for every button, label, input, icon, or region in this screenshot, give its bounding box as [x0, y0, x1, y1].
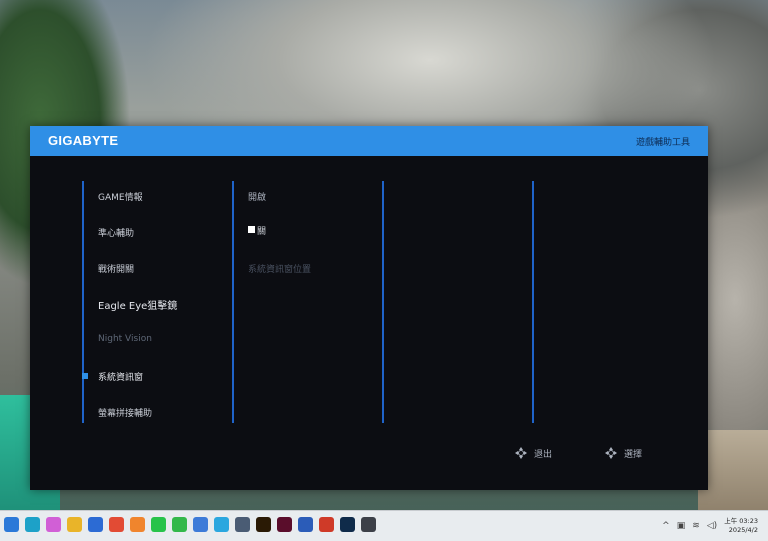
option-off[interactable]: 關 [257, 224, 266, 237]
system-tray: ^ ▣ ≋ ◁) 上午 03:23 2025/4/2 [662, 517, 758, 535]
select-hint: 選擇 [604, 446, 642, 460]
snip-icon[interactable] [193, 517, 208, 532]
edge-icon[interactable] [25, 517, 40, 532]
copilot-icon[interactable] [46, 517, 61, 532]
checkbox-icon[interactable] [248, 226, 255, 233]
menu-item-night-vision[interactable]: Night Vision [98, 334, 152, 344]
osd-header: GIGABYTE 遊戲輔助工具 [30, 126, 708, 156]
osd-mode-title: 遊戲輔助工具 [635, 138, 690, 148]
osd-window: GIGABYTE 遊戲輔助工具 GAME情報 準心輔助 戰術開關 Eagle E… [30, 126, 708, 490]
word-icon[interactable] [298, 517, 313, 532]
exit-label: 退出 [534, 449, 553, 460]
menu-item-crosshair[interactable]: 準心輔助 [98, 226, 134, 239]
firefox-icon[interactable] [130, 517, 145, 532]
printer-icon[interactable] [361, 517, 376, 532]
select-label: 選擇 [624, 449, 643, 460]
clock-date: 2025/4/2 [728, 526, 758, 534]
clock[interactable]: 上午 03:23 2025/4/2 [724, 517, 758, 535]
menu-divider-1 [82, 181, 84, 423]
wechat-icon[interactable] [172, 517, 187, 532]
photoshop-icon[interactable] [340, 517, 355, 532]
gigabyte-logo: GIGABYTE [48, 133, 119, 148]
option-position[interactable]: 系統資訊窗位置 [248, 262, 311, 275]
line-icon[interactable] [151, 517, 166, 532]
store-icon[interactable] [88, 517, 103, 532]
powerpoint-icon[interactable] [319, 517, 334, 532]
photos-icon[interactable] [214, 517, 229, 532]
menu-item-system-info[interactable]: 系統資訊窗 [98, 370, 143, 383]
wifi-icon[interactable]: ≋ [692, 521, 700, 531]
indesign-icon[interactable] [277, 517, 292, 532]
volume-icon[interactable]: ◁) [707, 521, 717, 531]
joystick-icon [514, 446, 528, 460]
tray-chevron-icon[interactable]: ^ [662, 521, 670, 531]
option-open[interactable]: 開啟 [248, 190, 266, 203]
exit-hint: 退出 [514, 446, 552, 460]
menu-item-tactical-switch[interactable]: 戰術開關 [98, 262, 134, 275]
file-explorer-icon[interactable] [67, 517, 82, 532]
menu-item-eagle-eye[interactable]: Eagle Eye狙擊鏡 [98, 297, 177, 312]
menu-item-game-info[interactable]: GAME情報 [98, 190, 143, 203]
menu-item-display-align[interactable]: 螢幕拼接輔助 [98, 406, 152, 419]
windows-taskbar: ^ ▣ ≋ ◁) 上午 03:23 2025/4/2 [0, 510, 768, 541]
clock-time: 03:23 [739, 517, 758, 525]
selected-marker-icon [82, 373, 88, 379]
tray-app-icon[interactable]: ▣ [677, 521, 686, 531]
menu-divider-2 [232, 181, 234, 423]
menu-divider-4 [532, 181, 534, 423]
illustrator-icon[interactable] [256, 517, 271, 532]
wallpaper-rock [698, 430, 768, 515]
windows-start-icon[interactable] [4, 517, 19, 532]
calculator-icon[interactable] [235, 517, 250, 532]
taskbar-apps [4, 517, 376, 532]
joystick-icon [604, 446, 618, 460]
clock-ampm: 上午 [724, 517, 738, 525]
chrome-icon[interactable] [109, 517, 124, 532]
menu-divider-3 [382, 181, 384, 423]
